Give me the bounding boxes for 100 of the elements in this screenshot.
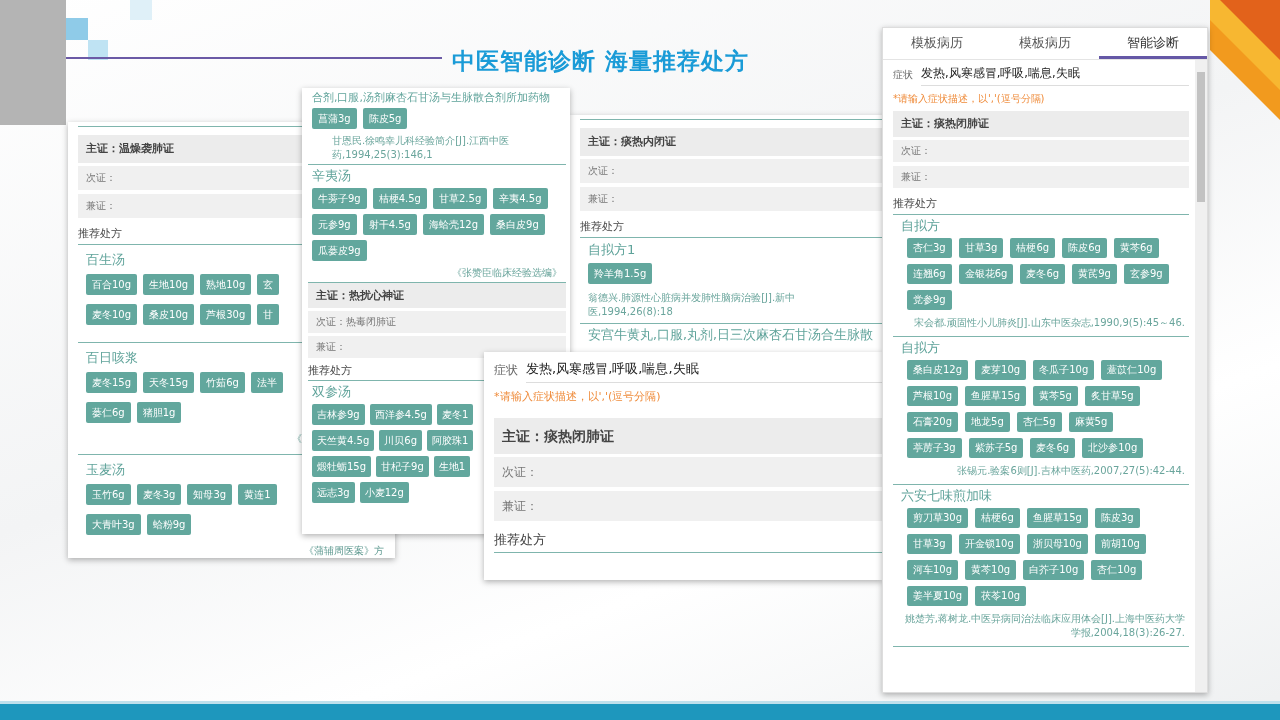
herb-tag[interactable]: 麦冬15g (86, 372, 138, 393)
herb-tag[interactable]: 麦冬3g (136, 484, 182, 505)
herb-tag[interactable]: 玄参9g (1123, 264, 1169, 284)
scrollbar-thumb[interactable] (1197, 72, 1205, 202)
herb-tag[interactable]: 姜半夏10g (907, 586, 969, 606)
tab[interactable]: 模板病历 (991, 28, 1099, 59)
herb-tag[interactable]: 陈皮3g (1094, 508, 1140, 528)
herb-tag[interactable]: 竹茹6g (200, 372, 245, 393)
symptom-input-field[interactable]: 发热,风寒感冒,呼吸,喘息,失眠 (526, 358, 882, 383)
herb-tag[interactable]: 熟地10g (200, 274, 252, 295)
herb-tag[interactable]: 葶苈子3g (907, 438, 962, 458)
herb-tag[interactable]: 桑皮10g (143, 304, 195, 325)
herb-tag[interactable]: 小麦12g (359, 482, 409, 503)
herb-tag[interactable]: 薏苡仁10g (1101, 360, 1163, 380)
herb-tag[interactable]: 芦根30g (200, 304, 252, 325)
herb-tag[interactable]: 金银花6g (958, 264, 1014, 284)
herb-tag[interactable]: 生地10g (143, 274, 195, 295)
herb-tag[interactable]: 玄 (257, 274, 280, 295)
herb-tag[interactable]: 阿胶珠1 (427, 430, 474, 451)
herb-tag[interactable]: 甘草3g (907, 534, 952, 554)
herb-tag[interactable]: 黄芩10g (965, 560, 1017, 580)
herb-tag[interactable]: 麦冬6g (1020, 264, 1066, 284)
tab[interactable]: 智能诊断 (1099, 28, 1207, 59)
symptom-label: 症状 (494, 362, 518, 379)
herb-tag[interactable]: 知母3g (187, 484, 233, 505)
herb-tag[interactable]: 桑白皮12g (907, 360, 969, 380)
herb-tag[interactable]: 黄芩5g (1033, 386, 1078, 406)
herb-tag[interactable]: 大青叶3g (86, 514, 141, 535)
syndrome-row: 兼证： (893, 166, 1189, 188)
main-syndrome-row: 主证：痰热闭肺证 (893, 111, 1189, 137)
herb-tag[interactable]: 桑白皮9g (490, 214, 545, 235)
formula-name: 自拟方 (901, 339, 941, 357)
herb-tag[interactable]: 远志3g (312, 482, 355, 503)
herb-tag[interactable]: 煅牡蛎15g (312, 456, 372, 477)
herb-tag[interactable]: 开金锁10g (958, 534, 1020, 554)
herb-tag[interactable]: 杏仁3g (907, 238, 952, 258)
herb-tag[interactable]: 黄芪9g (1072, 264, 1117, 284)
herb-tag[interactable]: 蒌仁6g (86, 402, 131, 423)
herb-tag[interactable]: 川贝6g (379, 430, 422, 451)
herb-tag[interactable]: 麦冬6g (1030, 438, 1076, 458)
herb-tag[interactable]: 冬瓜子10g (1033, 360, 1095, 380)
herb-tag[interactable]: 天冬15g (143, 372, 195, 393)
herb-tag[interactable]: 地龙5g (965, 412, 1010, 432)
herb-tag[interactable]: 蛤粉9g (146, 514, 192, 535)
herb-tag[interactable]: 河车10g (907, 560, 959, 580)
syndrome-row: 次证： (580, 159, 882, 183)
herb-tag[interactable]: 玉竹6g (86, 484, 131, 505)
herb-tag[interactable]: 黄连1 (238, 484, 277, 505)
herb-tag[interactable]: 北沙参10g (1082, 438, 1144, 458)
herb-tag[interactable]: 猪胆1g (136, 402, 182, 423)
herb-tag[interactable]: 吉林参9g (312, 404, 365, 425)
herb-tag[interactable]: 羚羊角1.5g (588, 263, 653, 284)
herb-tag[interactable]: 天竺黄4.5g (312, 430, 375, 451)
herb-tag[interactable]: 甘 (257, 304, 280, 325)
symptom-input-field[interactable]: 发热,风寒感冒,呼吸,喘息,失眠 (921, 64, 1189, 86)
citation-text: 《张赞臣临床经验选编》 (451, 266, 563, 280)
herb-tag[interactable]: 前胡10g (1094, 534, 1146, 554)
herb-tag[interactable]: 茯苓10g (975, 586, 1027, 606)
herb-tag[interactable]: 海蛤壳12g (423, 214, 485, 235)
herb-tag[interactable]: 杏仁5g (1016, 412, 1062, 432)
herb-tag[interactable]: 辛夷4.5g (493, 188, 548, 209)
hint-text: *请输入症状描述，以','(逗号分隔) (893, 92, 1046, 106)
syndrome-row: 次证：热毒闭肺证 (308, 311, 566, 333)
herb-tag[interactable]: 桔梗4.5g (372, 188, 427, 209)
herb-tag[interactable]: 西洋参4.5g (369, 404, 432, 425)
herb-tag[interactable]: 白芥子10g (1023, 560, 1085, 580)
herb-tag[interactable]: 麦冬1 (437, 404, 474, 425)
herb-tag[interactable]: 鱼腥草15g (965, 386, 1027, 406)
herb-tag[interactable]: 黄芩6g (1113, 238, 1159, 258)
herb-tag[interactable]: 紫苏子5g (968, 438, 1024, 458)
herb-tag[interactable]: 甘草3g (958, 238, 1004, 258)
herb-tag[interactable]: 元参9g (312, 214, 357, 235)
herb-tag[interactable]: 麦冬10g (86, 304, 138, 325)
tab[interactable]: 模板病历 (883, 28, 991, 59)
herb-tag[interactable]: 党参9g (907, 290, 952, 310)
herb-tag[interactable]: 石膏20g (907, 412, 959, 432)
herb-tag[interactable]: 鱼腥草15g (1026, 508, 1088, 528)
herb-tag[interactable]: 甘草2.5g (433, 188, 488, 209)
herb-tag[interactable]: 法半 (250, 372, 283, 393)
herb-tag[interactable]: 陈皮6g (1062, 238, 1107, 258)
herb-tag[interactable]: 炙甘草5g (1084, 386, 1140, 406)
scrollbar[interactable] (1195, 60, 1207, 692)
herb-tag[interactable]: 芦根10g (907, 386, 959, 406)
herb-tag[interactable]: 甘杞子9g (376, 456, 429, 477)
herb-tag[interactable]: 百合10g (86, 274, 138, 295)
herb-tag[interactable]: 浙贝母10g (1026, 534, 1088, 554)
herb-tag[interactable]: 连翘6g (907, 264, 952, 284)
herb-tag[interactable]: 瓜蒌皮9g (312, 240, 367, 261)
herb-tag[interactable]: 陈皮5g (362, 108, 408, 129)
herb-tag[interactable]: 桔梗6g (1010, 238, 1056, 258)
herb-tag[interactable]: 射干4.5g (362, 214, 417, 235)
herb-tag[interactable]: 麻黄5g (1068, 412, 1114, 432)
herb-tag[interactable]: 麦芽10g (975, 360, 1027, 380)
formula-name: 六安七味煎加味 (901, 487, 993, 505)
herb-tag[interactable]: 桔梗6g (975, 508, 1020, 528)
herb-tag[interactable]: 菖蒲3g (312, 108, 357, 129)
herb-tag[interactable]: 牛蒡子9g (312, 188, 367, 209)
herb-tag[interactable]: 剪刀草30g (907, 508, 969, 528)
herb-tag[interactable]: 杏仁10g (1091, 560, 1143, 580)
herb-tag[interactable]: 生地1 (433, 456, 471, 477)
